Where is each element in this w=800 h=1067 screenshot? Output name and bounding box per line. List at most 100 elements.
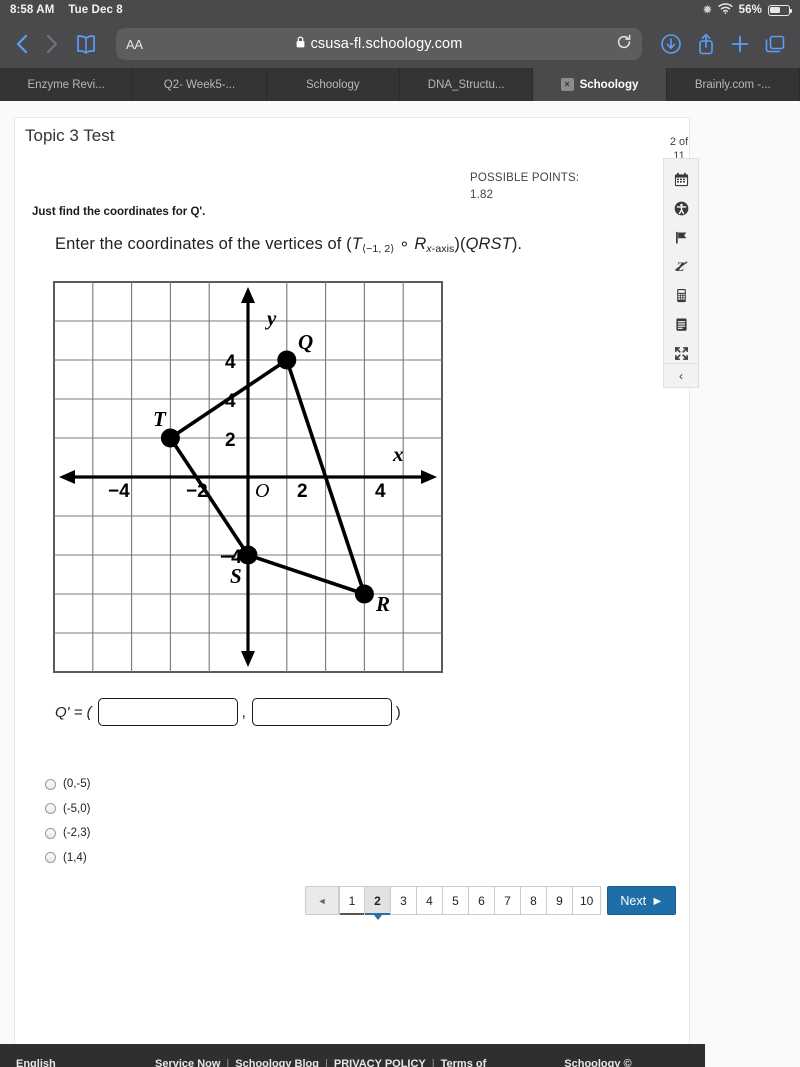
footer-links: Service Now | Schoology Blog | PRIVACY P… xyxy=(155,1058,486,1067)
accessibility-icon[interactable] xyxy=(668,194,694,222)
option-row-1[interactable]: (-5,0) xyxy=(45,803,90,815)
radio-button-2[interactable] xyxy=(45,827,56,839)
option-label-3: (1,4) xyxy=(63,851,87,864)
option-label-0: (0,-5) xyxy=(63,778,91,790)
option-label-1: (-5,0) xyxy=(63,802,91,815)
vertex-label-r: R xyxy=(375,592,390,616)
url-display: csusa-fl.schoology.com xyxy=(116,35,642,53)
graph-svg: −4 −2 2 4 4 0 −4 . 4 2 −4 y x O xyxy=(53,281,443,673)
tabs-icon[interactable] xyxy=(764,34,786,54)
question-instruction: Just find the coordinates for Q'. xyxy=(32,206,206,218)
transform-t-symbol: T xyxy=(351,235,362,253)
y-tick-2: 2 xyxy=(225,430,236,451)
calendar-icon[interactable] xyxy=(668,165,694,193)
y-tick-4: 4 xyxy=(225,352,236,373)
reflection-r-subscript: x-axis xyxy=(426,243,454,255)
vertex-t xyxy=(160,428,180,448)
reload-icon[interactable] xyxy=(616,34,632,54)
vertex-label-s: S xyxy=(230,564,242,588)
close-icon[interactable]: × xyxy=(560,78,574,91)
share-icon[interactable] xyxy=(696,32,716,56)
pagination-page-2-current[interactable]: 2 xyxy=(365,886,391,920)
option-row-2[interactable]: (-2,3) xyxy=(45,827,90,839)
tab-label: Enzyme Revi... xyxy=(27,78,105,91)
answer-comma: , xyxy=(241,703,246,721)
page-title: Topic 3 Test xyxy=(25,126,115,145)
x-axis-label: x xyxy=(392,442,404,466)
battery-percent: 56% xyxy=(738,4,762,16)
browser-toolbar: AA csusa-fl.schoology.com xyxy=(0,20,800,68)
possible-points: POSSIBLE POINTS: 1.82 xyxy=(470,170,579,205)
answer-x-input[interactable] xyxy=(97,698,238,726)
book-icon[interactable] xyxy=(74,34,98,54)
footer-language[interactable]: English xyxy=(0,1058,155,1067)
address-bar[interactable]: AA csusa-fl.schoology.com xyxy=(116,28,642,60)
svg-text:−4: −4 xyxy=(108,481,130,502)
url-text: csusa-fl.schoology.com xyxy=(310,36,463,52)
forward-chevron-icon[interactable] xyxy=(44,33,60,55)
radio-button-1[interactable] xyxy=(45,803,56,814)
browser-tab-1[interactable]: Q2- Week5-... xyxy=(133,68,267,101)
compose-operator: ∘ xyxy=(399,235,410,253)
status-right-cluster: ✹ 56% xyxy=(703,3,792,17)
tools-collapse-button[interactable]: ‹ xyxy=(663,363,699,388)
possible-points-label: POSSIBLE POINTS: xyxy=(470,172,580,184)
assessment-card: Topic 3 Test POSSIBLE POINTS: 1.82 Just … xyxy=(14,117,699,1047)
origin-label: O xyxy=(255,480,269,502)
pagination-page-10[interactable]: 10 xyxy=(573,886,602,915)
radio-button-0[interactable] xyxy=(45,778,56,790)
pagination-page-4[interactable]: 4 xyxy=(417,886,443,915)
answer-y-input[interactable] xyxy=(251,698,392,726)
text-size-button[interactable]: AA xyxy=(126,37,143,52)
coordinate-plane-graph: −4 −2 2 4 4 0 −4 . 4 2 −4 y x O xyxy=(53,281,443,678)
tab-label: Q2- Week5-... xyxy=(163,78,236,91)
eliminate-choice-icon[interactable]: Z xyxy=(668,252,694,280)
figure-name: QRST xyxy=(465,235,512,253)
flag-icon[interactable] xyxy=(668,223,694,251)
browser-tab-3[interactable]: DNA_Structu... xyxy=(400,68,534,101)
question-lead: Enter the coordinates of the vertices of… xyxy=(55,235,352,253)
footer-link-service-now[interactable]: Service Now xyxy=(155,1058,220,1067)
chevron-left-icon: ‹ xyxy=(679,368,683,383)
vertex-s xyxy=(238,545,258,565)
next-question-button[interactable]: Next ► xyxy=(607,886,677,915)
pagination-page-1[interactable]: 1 xyxy=(339,886,365,915)
ios-status-bar: 8:58 AM Tue Dec 8 ✹ 56% xyxy=(0,0,800,20)
footer-link-schoology-blog[interactable]: Schoology Blog xyxy=(235,1058,319,1067)
radio-button-3[interactable] xyxy=(45,852,56,863)
vertex-q xyxy=(277,350,297,370)
browser-tab-2[interactable]: Schoology xyxy=(267,68,400,101)
screen: 8:58 AM Tue Dec 8 ✹ 56% AA csusa-fl.scho… xyxy=(0,0,800,1067)
pagination-page-8[interactable]: 8 xyxy=(521,886,547,915)
lock-icon xyxy=(296,35,305,53)
footer-link-terms-of[interactable]: Terms of xyxy=(441,1058,487,1067)
pagination-page-3[interactable]: 3 xyxy=(391,886,417,915)
vertex-label-t: T xyxy=(153,407,167,431)
footer-link-privacy-policy[interactable]: PRIVACY POLICY xyxy=(334,1058,426,1067)
tab-label: DNA_Structu... xyxy=(427,78,505,91)
calculator-icon[interactable] xyxy=(668,281,694,309)
reflection-axis-rest: -axis xyxy=(431,243,455,255)
notepad-icon[interactable] xyxy=(668,310,694,338)
site-footer: English Service Now | Schoology Blog | P… xyxy=(0,1044,705,1067)
pagination-page-6[interactable]: 6 xyxy=(469,886,495,915)
tab-label: Brainly.com -... xyxy=(694,78,771,91)
pagination-prev-button[interactable]: ◄ xyxy=(305,886,339,915)
back-chevron-icon[interactable] xyxy=(14,33,30,55)
pagination-page-9[interactable]: 9 xyxy=(547,886,573,915)
reflection-r-symbol: R xyxy=(414,235,427,253)
browser-tab-0[interactable]: Enzyme Revi... xyxy=(0,68,134,101)
pagination-page-7[interactable]: 7 xyxy=(495,886,521,915)
bluetooth-sync-icon: ✹ xyxy=(703,4,712,16)
browser-tab-4-active[interactable]: × Schoology xyxy=(533,68,667,101)
pagination-page-5[interactable]: 5 xyxy=(443,886,469,915)
footer-separator: | xyxy=(226,1058,230,1067)
option-row-3[interactable]: (1,4) xyxy=(45,852,90,864)
option-row-0[interactable]: (0,-5) xyxy=(45,778,90,790)
download-icon[interactable] xyxy=(660,33,682,55)
answer-options-list: (0,-5) (-5,0) (-2,3) (1,4) xyxy=(45,778,90,876)
web-page: Topic 3 Test POSSIBLE POINTS: 1.82 Just … xyxy=(0,101,800,1067)
browser-tab-5[interactable]: Brainly.com -... xyxy=(667,68,800,101)
question-close-paren: )( xyxy=(454,235,466,253)
plus-icon[interactable] xyxy=(730,34,750,54)
